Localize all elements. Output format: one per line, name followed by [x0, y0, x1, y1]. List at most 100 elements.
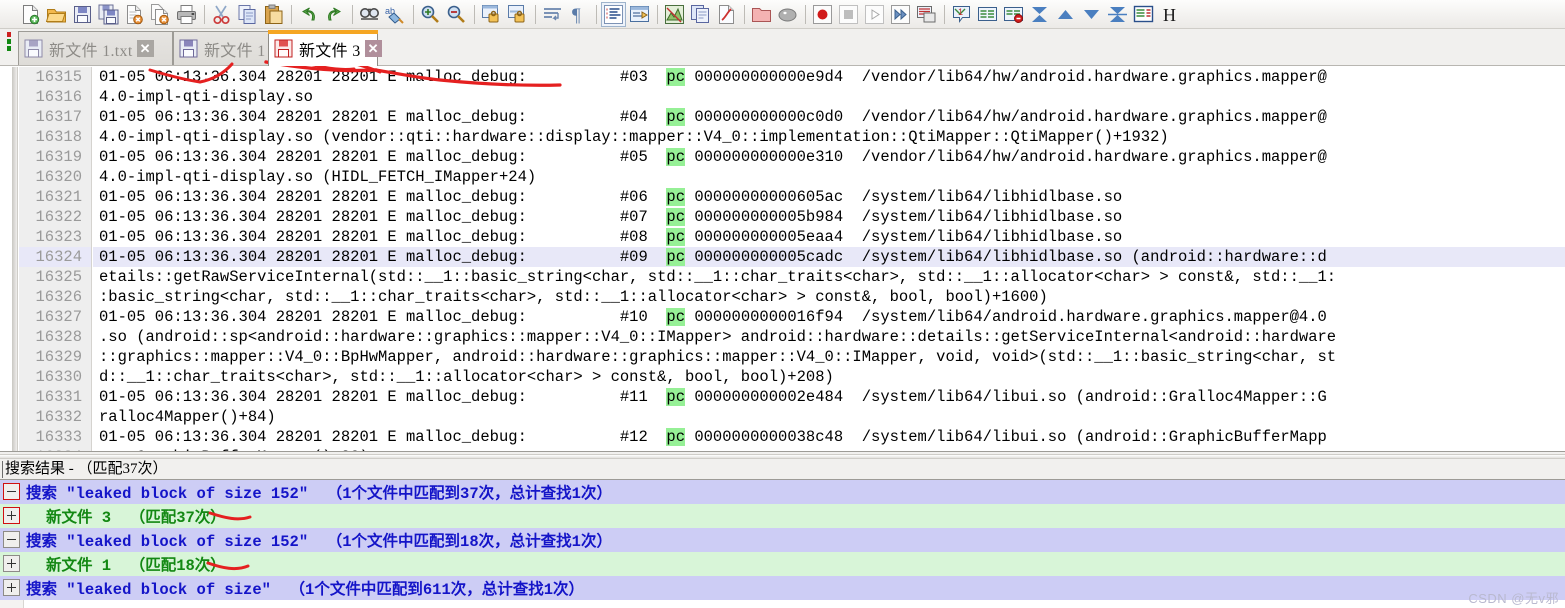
macro-record-icon[interactable]: [775, 2, 800, 27]
redo-icon[interactable]: [322, 2, 347, 27]
code-line[interactable]: .so (android::sp<android::hardware::grap…: [93, 327, 1565, 347]
code-text: 01-05 06:13:36.304 28201 28201 E malloc_…: [99, 308, 667, 326]
copy-icon[interactable]: [235, 2, 260, 27]
macro-play-icon[interactable]: [862, 2, 887, 27]
cut-icon[interactable]: [209, 2, 234, 27]
line-number: 16315: [35, 68, 82, 86]
search-results-panel[interactable]: 搜索 "leaked block of size 152" （1个文件中匹配到3…: [0, 480, 1565, 608]
search-results-title: 搜索结果 - （匹配37次）: [0, 459, 1565, 480]
save-all-icon[interactable]: [96, 2, 121, 27]
undo-icon[interactable]: [296, 2, 321, 27]
open-folder-icon[interactable]: [44, 2, 69, 27]
collapse-toggle-icon[interactable]: [3, 531, 20, 548]
text-editor[interactable]: 16315 16316 16317 16318 16319 16320 16321 16322…: [0, 66, 1565, 458]
macro-save-icon[interactable]: [914, 2, 939, 27]
show-panel-icon[interactable]: [1131, 2, 1156, 27]
collapse-all-icon[interactable]: [1027, 2, 1052, 27]
print-icon[interactable]: [174, 2, 199, 27]
code-text: 0000000000016f94 /system/lib64/android.h…: [685, 308, 1327, 326]
code-line[interactable]: 01-05 06:13:36.304 28201 28201 E malloc_…: [93, 387, 1565, 407]
code-area[interactable]: 01-05 06:13:36.304 28201 28201 E malloc_…: [93, 67, 1565, 452]
find-icon[interactable]: [357, 2, 382, 27]
search-result-text: 新文件 3 （匹配37次）: [46, 509, 226, 527]
code-line[interactable]: 4.0-impl-qti-display.so: [93, 87, 1565, 107]
macro-runmany-icon[interactable]: [888, 2, 913, 27]
word-wrap-icon[interactable]: [540, 2, 565, 27]
toolbar-separator: [653, 2, 662, 27]
zoom-in-icon[interactable]: [418, 2, 443, 27]
search-result-group[interactable]: 搜索 "leaked block of size" （1个文件中匹配到611次，…: [0, 576, 1565, 600]
code-text: 000000000000e9d4 /vendor/lib64/hw/androi…: [685, 68, 1327, 86]
code-line[interactable]: ::graphics::mapper::V4_0::BpHwMapper, an…: [93, 347, 1565, 367]
search-result-group[interactable]: 搜索 "leaked block of size 152" （1个文件中匹配到3…: [0, 480, 1565, 504]
add-bookmark-icon[interactable]: [975, 2, 1000, 27]
folder-icon[interactable]: [749, 2, 774, 27]
sync-horizontal-scroll-icon[interactable]: [505, 2, 530, 27]
code-line[interactable]: 01-05 06:13:36.304 28201 28201 E malloc_…: [93, 247, 1565, 267]
code-text: 01-05 06:13:36.304 28201 28201 E malloc_…: [99, 428, 667, 446]
unfold-down-icon[interactable]: [1079, 2, 1104, 27]
save-disk-icon: [24, 39, 43, 58]
code-line[interactable]: 01-05 06:13:36.304 28201 28201 E malloc_…: [93, 147, 1565, 167]
search-result-group[interactable]: 搜索 "leaked block of size 152" （1个文件中匹配到1…: [0, 528, 1565, 552]
code-line[interactable]: 4.0-impl-qti-display.so (vendor::qti::ha…: [93, 127, 1565, 147]
save-icon[interactable]: [70, 2, 95, 27]
macro-record-start-icon[interactable]: [810, 2, 835, 27]
code-line[interactable]: 01-05 06:13:36.304 28201 28201 E malloc_…: [93, 307, 1565, 327]
zoom-out-icon[interactable]: [444, 2, 469, 27]
search-result-file[interactable]: 新文件 1 （匹配18次）: [0, 552, 1565, 576]
toolbar-separator: [470, 2, 479, 27]
fold-up-icon[interactable]: [1053, 2, 1078, 27]
tab-close-icon[interactable]: ✕: [364, 40, 382, 57]
code-line[interactable]: etails::getRawServiceInternal(std::__1::…: [93, 267, 1565, 287]
code-text: 01-05 06:13:36.304 28201 28201 E malloc_…: [99, 148, 667, 166]
show-all-characters-icon[interactable]: ¶: [566, 2, 591, 27]
expand-toggle-icon[interactable]: [3, 579, 20, 596]
expand-toggle-icon[interactable]: [3, 507, 20, 524]
line-number: 16323: [35, 228, 82, 246]
watermark: CSDN @无v邪: [1468, 591, 1559, 606]
code-line[interactable]: 01-05 06:13:36.304 28201 28201 E malloc_…: [93, 427, 1565, 447]
expand-all-icon[interactable]: [1105, 2, 1130, 27]
code-line[interactable]: ralloc4Mapper()+84): [93, 407, 1565, 427]
function-list-icon[interactable]: [662, 2, 687, 27]
code-text: 000000000000c0d0 /vendor/lib64/hw/androi…: [685, 108, 1327, 126]
paste-icon[interactable]: [261, 2, 286, 27]
code-line[interactable]: 01-05 06:13:36.304 28201 28201 E malloc_…: [93, 67, 1565, 87]
remove-bookmark-icon[interactable]: [1001, 2, 1026, 27]
pc-match-highlight: pc: [666, 108, 686, 126]
show-indent-guide-icon[interactable]: [601, 1, 626, 27]
macro-stop-icon[interactable]: [836, 2, 861, 27]
code-line[interactable]: d::__1::char_traits<char>, std::__1::all…: [93, 367, 1565, 387]
sync-vertical-scroll-icon[interactable]: [479, 2, 504, 27]
user-defined-language-icon[interactable]: [627, 2, 652, 27]
hex-icon[interactable]: H: [1157, 2, 1182, 27]
code-line[interactable]: 01-05 06:13:36.304 28201 28201 E malloc_…: [93, 107, 1565, 127]
line-number: 16330: [35, 368, 82, 386]
bookmark-icon[interactable]: 1: [949, 2, 974, 27]
code-line[interactable]: 01-05 06:13:36.304 28201 28201 E malloc_…: [93, 207, 1565, 227]
tab-new-file-3[interactable]: 新文件 3 ✕: [268, 30, 382, 66]
expand-toggle-icon[interactable]: [3, 555, 20, 572]
document-map-icon[interactable]: [688, 2, 713, 27]
document-list-icon[interactable]: [714, 2, 739, 27]
tab-close-icon[interactable]: ✕: [136, 40, 154, 57]
close-all-files-icon[interactable]: [148, 2, 173, 27]
code-line[interactable]: :basic_string<char, std::__1::char_trait…: [93, 287, 1565, 307]
search-result-file[interactable]: 新文件 3 （匹配37次）: [0, 504, 1565, 528]
code-line[interactable]: 01-05 06:13:36.304 28201 28201 E malloc_…: [93, 227, 1565, 247]
new-file-icon[interactable]: [18, 2, 43, 27]
search-result-text: 搜索 "leaked block of size" （1个文件中匹配到611次，…: [26, 581, 585, 599]
tab-new-file-1-txt[interactable]: 新文件 1.txt ✕: [18, 31, 173, 65]
tab-label: 新文件 1: [204, 42, 266, 60]
pc-match-highlight: pc: [666, 228, 686, 246]
line-number: 16331: [35, 388, 82, 406]
code-line[interactable]: 01-05 06:13:36.304 28201 28201 E malloc_…: [93, 187, 1565, 207]
code-text: 4.0-impl-qti-display.so: [99, 88, 313, 106]
panel-splitter[interactable]: [0, 451, 1565, 459]
code-line[interactable]: 4.0-impl-qti-display.so (HIDL_FETCH_IMap…: [93, 167, 1565, 187]
collapse-toggle-icon[interactable]: [3, 483, 20, 500]
code-text: 01-05 06:13:36.304 28201 28201 E malloc_…: [99, 228, 667, 246]
replace-icon[interactable]: ab: [383, 2, 408, 27]
close-file-icon[interactable]: [122, 2, 147, 27]
